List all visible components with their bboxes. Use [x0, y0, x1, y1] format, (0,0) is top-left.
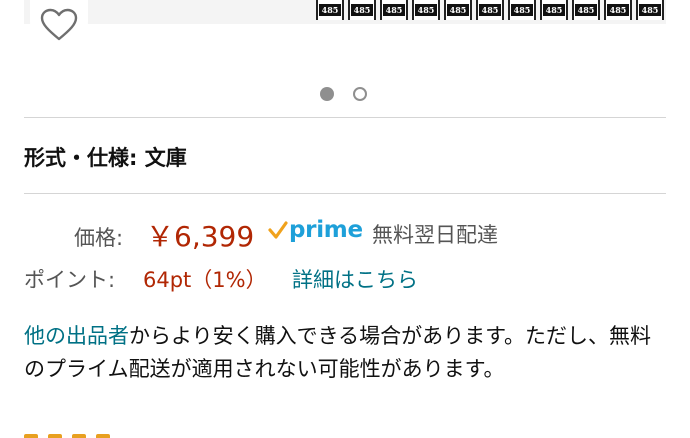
price-value: ￥6,399: [146, 220, 255, 253]
book-spine: 485: [636, 0, 664, 20]
book-spine: 485: [348, 0, 376, 20]
format-label: 形式・仕様:: [24, 146, 145, 170]
points-value: 64pt（1%）: [143, 268, 267, 292]
carousel-dot-1[interactable]: [320, 87, 334, 101]
spine-label: 485: [574, 4, 598, 16]
points-details-link[interactable]: 詳細はこちら: [292, 264, 418, 294]
carousel-dots: [320, 87, 367, 101]
book-spine: 485: [412, 0, 440, 20]
carousel-dot-2[interactable]: [353, 87, 367, 101]
spine-label: 485: [638, 4, 662, 16]
book-spine: 485: [316, 0, 344, 20]
points-label: ポイント:: [24, 268, 116, 292]
spine-label: 485: [414, 4, 438, 16]
spine-label: 485: [606, 4, 630, 16]
star-icon: [24, 434, 38, 438]
format-value: 文庫: [144, 146, 187, 170]
spine-label: 485: [382, 4, 406, 16]
spine-label: 485: [350, 4, 374, 16]
prime-label: prime: [289, 217, 363, 243]
heart-icon: [40, 8, 78, 41]
price-label: 価格:: [74, 226, 124, 250]
prime-check-icon: [268, 221, 288, 239]
product-image[interactable]: 485 485 485 485 485 485 485 485 485 485 …: [24, 0, 666, 24]
spine-label: 485: [446, 4, 470, 16]
divider: [24, 193, 666, 194]
delivery-info: 無料翌日配達: [372, 223, 498, 247]
book-spine: 485: [508, 0, 536, 20]
book-spine: 485: [476, 0, 504, 20]
spine-label: 485: [478, 4, 502, 16]
wishlist-button[interactable]: [30, 0, 88, 50]
rating-stars-partial: [24, 426, 134, 438]
book-spines: 485 485 485 485 485 485 485 485 485 485 …: [316, 0, 664, 22]
prime-badge: prime: [268, 215, 363, 245]
star-icon: [96, 434, 110, 438]
spine-label: 485: [542, 4, 566, 16]
format-spec: 形式・仕様: 文庫: [24, 142, 187, 172]
divider: [24, 117, 666, 118]
other-sellers-notice: 他の出品者からより安く購入できる場合があります。ただし、無料のプライム配送が適用…: [24, 320, 660, 386]
star-icon: [48, 434, 62, 438]
book-spine: 485: [572, 0, 600, 20]
book-spine: 485: [604, 0, 632, 20]
book-spine: 485: [380, 0, 408, 20]
spine-label: 485: [510, 4, 534, 16]
book-spine: 485: [444, 0, 472, 20]
spine-label: 485: [318, 4, 342, 16]
book-spine: 485: [540, 0, 568, 20]
other-sellers-link[interactable]: 他の出品者: [24, 324, 129, 348]
star-icon: [72, 434, 86, 438]
